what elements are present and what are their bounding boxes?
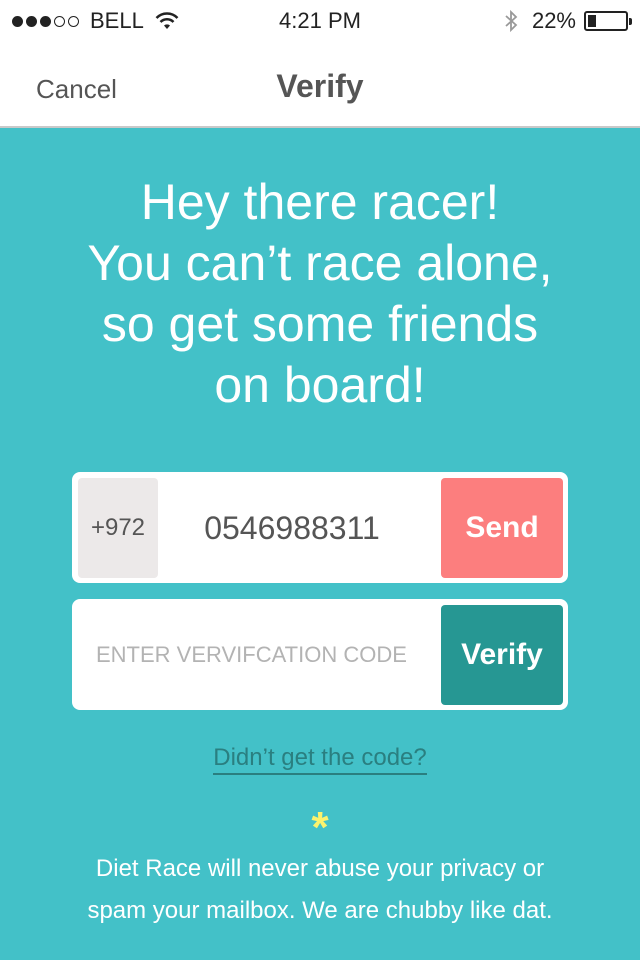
battery-percentage: 22%	[531, 8, 576, 33]
resend-code-container: Didn’t get the code?	[0, 744, 640, 775]
phone-input-row: +972 0546988311 Send	[72, 472, 568, 583]
asterisk-icon: *	[311, 803, 329, 852]
country-code-selector[interactable]: +972	[78, 478, 158, 578]
bluetooth-icon	[505, 9, 518, 33]
status-right: 22%	[504, 8, 632, 34]
headline: Hey there racer! You can’t race alone, s…	[40, 172, 600, 416]
disclaimer-line: spam your mailbox. We are chubby like da…	[87, 897, 553, 924]
page-title: Verify	[276, 68, 364, 104]
status-bar: BELL 4:21 PM 22%	[0, 0, 640, 44]
headline-line: so get some friends	[101, 296, 539, 352]
battery-icon	[584, 11, 632, 31]
headline-line: You can’t race alone,	[87, 235, 553, 291]
headline-line: on board!	[214, 357, 426, 413]
verification-code-input[interactable]	[96, 637, 426, 673]
resend-code-link[interactable]: Didn’t get the code?	[213, 744, 427, 775]
privacy-disclaimer: Diet Race will never abuse your privacy …	[40, 848, 600, 932]
phone-number-field[interactable]: 0546988311	[192, 510, 392, 547]
headline-line: Hey there racer!	[140, 174, 500, 230]
navigation-bar: Cancel Verify	[0, 44, 640, 128]
verify-button[interactable]: Verify	[441, 605, 563, 705]
send-button[interactable]: Send	[441, 478, 563, 578]
disclaimer-line: Diet Race will never abuse your privacy …	[95, 855, 545, 882]
verification-code-row: Verify	[72, 599, 568, 710]
battery-fill	[588, 15, 596, 27]
